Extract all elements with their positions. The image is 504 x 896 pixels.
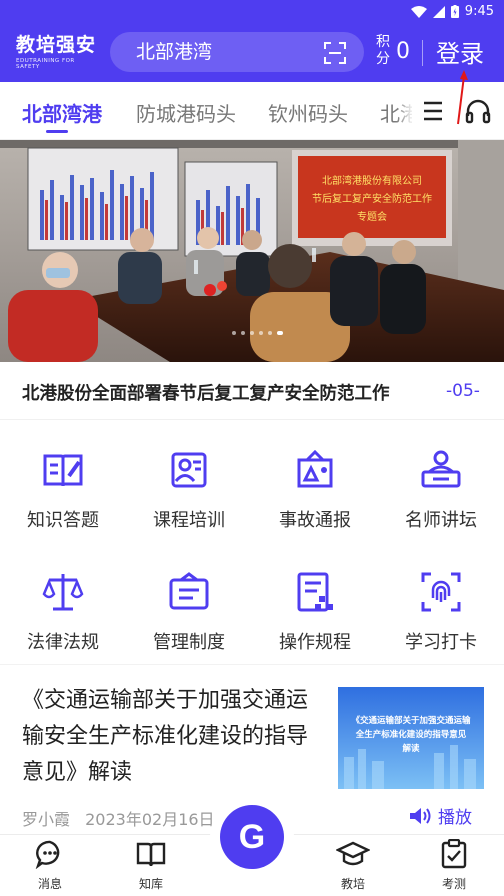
banner-photo: 北部湾港股份有限公司 节后复工复产安全防范工作 专题会 <box>0 140 504 362</box>
bottom-navigation: 消息 知库 G 教培 考测 <box>0 795 504 896</box>
message-icon <box>35 840 60 870</box>
management-system-icon <box>169 572 209 610</box>
carousel-dot <box>268 331 272 335</box>
thumb-line-3: 解读 <box>402 743 420 754</box>
points-display[interactable]: 积分 0 <box>376 34 410 68</box>
law-scale-icon <box>42 574 84 611</box>
accident-report-icon <box>297 449 333 488</box>
graduation-cap-icon <box>335 841 371 866</box>
quiz-book-icon <box>43 454 83 487</box>
wifi-icon <box>410 5 427 18</box>
app-logo: 教培强安 EDUTRAINING FOR SAFETY <box>16 30 100 70</box>
thumb-line-1: 《交通运输部关于加强交通运输 <box>351 715 471 726</box>
fingerprint-checkin-icon <box>421 572 461 612</box>
status-bar: 9:45 <box>0 0 504 22</box>
carousel-dot <box>259 331 263 335</box>
nav-exam[interactable]: 考测 <box>424 838 484 892</box>
grid-item-label: 事故通报 <box>279 510 351 531</box>
projection-line-3: 专题会 <box>357 210 387 223</box>
book-library-icon <box>136 842 166 867</box>
signal-icon <box>432 5 445 18</box>
logo-title: 教培强安 <box>16 34 97 56</box>
projection-line-2: 节后复工复产安全防范工作 <box>312 192 432 205</box>
logo-subtitle: EDUTRAINING FOR SAFETY <box>16 58 75 70</box>
grid-item-label: 法律法规 <box>27 632 99 653</box>
article-title[interactable]: 《交通运输部关于加强交通运输安全生产标准化建设的指导意见》解读 <box>22 683 328 791</box>
course-training-icon <box>171 452 207 488</box>
carousel-dot-active <box>277 331 283 335</box>
tab-qinzhou-terminal[interactable]: 钦州码头 <box>268 98 348 127</box>
headline-text[interactable]: 北港股份全面部署春节后复工复产安全防范工作 <box>22 380 390 405</box>
points-label: 积分 <box>376 34 390 67</box>
nav-label: 知库 <box>138 877 163 891</box>
search-input[interactable]: 北部港湾 <box>136 41 212 63</box>
carousel-dot <box>250 331 254 335</box>
grid-item-label: 学习打卡 <box>405 632 477 653</box>
points-value: 0 <box>396 38 410 64</box>
tab-indicator <box>46 130 68 133</box>
carousel-dot <box>232 331 236 335</box>
menu-icon[interactable] <box>422 100 446 122</box>
grid-item-management[interactable]: 管理制度 <box>126 570 252 654</box>
article-author: 罗小霞 <box>22 810 71 829</box>
tab-beibuwan-port[interactable]: 北部湾港 <box>22 98 102 127</box>
channel-tabs: 北部湾港 防城港码头 钦州码头 北港 <box>0 82 504 140</box>
annotation-arrow-icon <box>457 70 468 125</box>
news-banner[interactable]: 北部湾港股份有限公司 节后复工复产安全防范工作 专题会 <box>0 140 504 362</box>
operation-procedure-icon <box>297 572 333 612</box>
app-header: 9:45 教培强安 EDUTRAINING FOR SAFETY 北部港湾 积分… <box>0 0 504 82</box>
login-button[interactable]: 登录 <box>436 34 484 69</box>
play-label: 播放 <box>438 808 472 828</box>
nav-label: 教培 <box>340 877 365 891</box>
nav-training[interactable]: 教培 <box>323 839 383 892</box>
grid-item-procedure[interactable]: 操作规程 <box>252 570 378 654</box>
grid-item-course[interactable]: 课程培训 <box>126 448 252 532</box>
nav-library[interactable]: 知库 <box>121 839 181 892</box>
grid-item-quiz[interactable]: 知识答题 <box>0 448 126 532</box>
grid-item-label: 知识答题 <box>27 510 99 531</box>
top-bar: 教培强安 EDUTRAINING FOR SAFETY 北部港湾 积分 0 登录 <box>0 22 504 82</box>
header-divider <box>422 40 423 66</box>
speaker-icon <box>410 807 431 824</box>
projection-line-1: 北部湾港股份有限公司 <box>322 174 422 187</box>
headline-date: -05- <box>446 381 480 401</box>
nav-label: 消息 <box>37 877 62 891</box>
grid-item-accident[interactable]: 事故通报 <box>252 448 378 532</box>
thumb-line-2: 全生产标准化建设的指导意见 <box>355 729 467 740</box>
nav-label: 考测 <box>441 877 466 891</box>
exam-clipboard-icon <box>441 838 467 869</box>
carousel-indicator <box>232 331 283 335</box>
news-headline[interactable]: 北港股份全面部署春节后复工复产安全防范工作 -05- <box>0 362 504 420</box>
teacher-lecture-icon <box>421 450 461 488</box>
article-date: 2023年02月16日 <box>85 810 215 829</box>
center-fab-button[interactable]: G <box>220 805 284 869</box>
grid-item-teacher[interactable]: 名师讲坛 <box>378 448 504 532</box>
grid-item-law[interactable]: 法律法规 <box>0 570 126 654</box>
feature-grid: 知识答题 课程培训 事故通报 名师讲坛 法律法规 管理制度 操作规程 学习打卡 <box>0 420 504 664</box>
battery-icon <box>450 5 459 18</box>
grid-item-label: 管理制度 <box>153 632 225 653</box>
status-time: 9:45 <box>464 4 494 19</box>
scan-icon[interactable] <box>324 42 346 64</box>
tab-fangchenggang-terminal[interactable]: 防城港码头 <box>136 98 236 127</box>
search-bar[interactable]: 北部港湾 <box>110 32 364 72</box>
article-thumbnail[interactable]: 《交通运输部关于加强交通运输 全生产标准化建设的指导意见 解读 <box>338 687 484 789</box>
carousel-dot <box>241 331 245 335</box>
grid-item-checkin[interactable]: 学习打卡 <box>378 570 504 654</box>
grid-item-label: 课程培训 <box>153 510 225 531</box>
play-button[interactable]: 播放 <box>408 803 472 828</box>
grid-item-label: 名师讲坛 <box>405 510 477 531</box>
grid-item-label: 操作规程 <box>279 632 351 653</box>
nav-messages[interactable]: 消息 <box>20 839 80 892</box>
article-thumbnail-image: 《交通运输部关于加强交通运输 全生产标准化建设的指导意见 解读 <box>338 687 484 789</box>
